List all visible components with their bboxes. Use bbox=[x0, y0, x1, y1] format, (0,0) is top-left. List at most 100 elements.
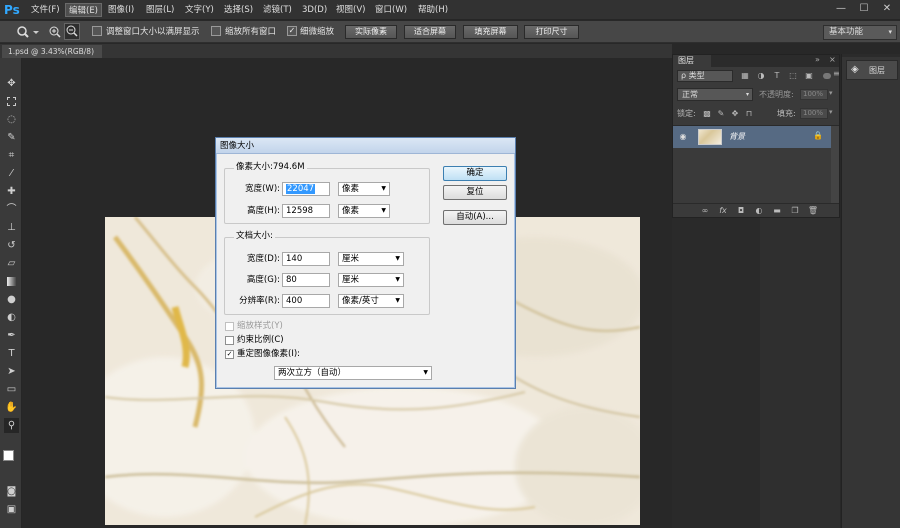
eraser-tool-icon[interactable]: ▱ bbox=[4, 256, 19, 271]
menu-view[interactable]: 视图(V) bbox=[333, 3, 368, 17]
mask-icon[interactable]: ◘ bbox=[735, 205, 747, 217]
doc-width-unit-select[interactable]: 厘米 ▼ bbox=[338, 252, 404, 266]
fit-screen-button[interactable]: 适合屏幕 bbox=[404, 25, 456, 39]
dodge-tool-icon[interactable]: ◐ bbox=[4, 310, 19, 325]
shape-filter-icon[interactable]: ⬚ bbox=[787, 70, 799, 82]
move-tool-icon[interactable]: ✥ bbox=[4, 76, 19, 91]
zoom-all-windows-checkbox[interactable] bbox=[211, 26, 221, 36]
chevron-down-icon[interactable]: ▾ bbox=[829, 108, 833, 116]
gradient-tool-icon[interactable] bbox=[4, 274, 19, 289]
zoom-tool-preset[interactable] bbox=[14, 24, 40, 40]
dock-layers-button[interactable]: ◈ 图层 bbox=[846, 60, 898, 80]
lock-position-icon[interactable]: ✥ bbox=[729, 108, 741, 120]
adjustment-layer-icon[interactable]: ◐ bbox=[753, 205, 765, 217]
constrain-proportions-checkbox[interactable] bbox=[225, 336, 234, 345]
blend-mode-select[interactable]: 正常 ▾ bbox=[677, 88, 753, 101]
brush-tool-icon[interactable]: ⌒ bbox=[4, 202, 19, 217]
close-button[interactable]: ✕ bbox=[876, 0, 898, 18]
link-icon[interactable]: ∞ bbox=[699, 205, 711, 217]
chevron-down-icon[interactable]: ▾ bbox=[829, 89, 833, 97]
resample-method-select[interactable]: 两次立方（自动） ▼ bbox=[274, 366, 432, 380]
lock-all-icon[interactable]: ⊓ bbox=[743, 108, 755, 120]
workspace-select[interactable]: 基本功能 ▾ bbox=[823, 25, 897, 40]
blur-tool-icon[interactable]: ● bbox=[4, 292, 19, 307]
actual-pixels-button[interactable]: 实际像素 bbox=[345, 25, 397, 39]
chevron-down-icon: ▼ bbox=[423, 369, 428, 376]
screen-mode-icon[interactable]: ▣ bbox=[4, 502, 19, 517]
folder-icon[interactable]: ▬ bbox=[771, 205, 783, 217]
close-panel-icon[interactable]: × bbox=[829, 55, 836, 64]
collapse-icon[interactable]: » bbox=[815, 55, 820, 64]
fill-input[interactable]: 100% bbox=[800, 108, 828, 119]
print-size-button[interactable]: 打印尺寸 bbox=[524, 25, 579, 39]
menu-layer[interactable]: 图层(L) bbox=[143, 3, 177, 17]
zoom-out-button[interactable] bbox=[64, 23, 80, 40]
type-filter-icon[interactable]: T bbox=[771, 70, 783, 82]
resize-windows-checkbox[interactable] bbox=[92, 26, 102, 36]
width-unit-select[interactable]: 像素 ▼ bbox=[338, 182, 390, 196]
scrubby-zoom-checkbox[interactable]: ✓ bbox=[287, 26, 297, 36]
resolution-unit-select[interactable]: 像素/英寸 ▼ bbox=[338, 294, 404, 308]
lasso-tool-icon[interactable]: ◌ bbox=[4, 112, 19, 127]
menu-3d[interactable]: 3D(D) bbox=[299, 3, 330, 17]
shape-tool-icon[interactable]: ▭ bbox=[4, 382, 19, 397]
reset-button[interactable]: 复位 bbox=[443, 185, 507, 200]
resolution-input[interactable]: 400 bbox=[282, 294, 330, 308]
history-brush-tool-icon[interactable]: ↺ bbox=[4, 238, 19, 253]
opacity-input[interactable]: 100% bbox=[800, 89, 828, 100]
ok-button[interactable]: 确定 bbox=[443, 166, 507, 181]
crop-tool-icon[interactable]: ⌗ bbox=[4, 148, 19, 163]
pixel-filter-icon[interactable]: ▦ bbox=[739, 70, 751, 82]
lock-pixels-icon[interactable]: ✎ bbox=[715, 108, 727, 120]
pen-tool-icon[interactable]: ✒ bbox=[4, 328, 19, 343]
layer-row[interactable]: ◉ 背景 🔒 bbox=[673, 126, 831, 148]
fill-label: 填充: bbox=[777, 109, 796, 118]
type-tool-icon[interactable]: T bbox=[4, 346, 19, 361]
scale-styles-checkbox[interactable] bbox=[225, 322, 234, 331]
fill-screen-button[interactable]: 填充屏幕 bbox=[463, 25, 518, 39]
menu-edit[interactable]: 编辑(E) bbox=[65, 3, 103, 17]
layers-scrollbar[interactable] bbox=[831, 126, 839, 203]
adjustment-filter-icon[interactable]: ◑ bbox=[755, 70, 767, 82]
minimize-button[interactable]: — bbox=[830, 0, 852, 18]
doc-width-input[interactable]: 140 bbox=[282, 252, 330, 266]
foreground-color-swatch[interactable] bbox=[3, 450, 14, 461]
resample-checkbox[interactable]: ✓ bbox=[225, 350, 234, 359]
panel-menu-icon[interactable]: ≡ bbox=[833, 69, 840, 78]
new-layer-icon[interactable]: ❐ bbox=[789, 205, 801, 217]
menu-type[interactable]: 文字(Y) bbox=[182, 3, 217, 17]
healing-brush-tool-icon[interactable]: ✚ bbox=[4, 184, 19, 199]
fx-icon[interactable]: fx bbox=[717, 205, 729, 217]
marquee-tool-icon[interactable] bbox=[4, 94, 19, 109]
menu-filter[interactable]: 滤镜(T) bbox=[260, 3, 295, 17]
layers-tab[interactable]: 图层 bbox=[673, 55, 711, 67]
trash-icon[interactable]: 🗑 bbox=[807, 205, 819, 217]
eye-icon[interactable]: ◉ bbox=[677, 131, 689, 143]
clone-stamp-tool-icon[interactable]: ⊥ bbox=[4, 220, 19, 235]
menu-image[interactable]: 图像(I) bbox=[105, 3, 137, 17]
smart-object-filter-icon[interactable]: ▣ bbox=[803, 70, 815, 82]
menu-file[interactable]: 文件(F) bbox=[28, 3, 63, 17]
menu-help[interactable]: 帮助(H) bbox=[415, 3, 451, 17]
filter-toggle-icon[interactable] bbox=[823, 73, 831, 79]
menu-select[interactable]: 选择(S) bbox=[221, 3, 256, 17]
path-select-tool-icon[interactable]: ➤ bbox=[4, 364, 19, 379]
layer-kind-filter[interactable]: ρ 类型 bbox=[677, 70, 733, 82]
hand-tool-icon[interactable]: ✋ bbox=[4, 400, 19, 415]
height-unit-select[interactable]: 像素 ▼ bbox=[338, 204, 390, 218]
width-input[interactable]: 22047 bbox=[282, 182, 330, 196]
chevron-down-icon: ▼ bbox=[395, 297, 400, 304]
zoom-tool-icon[interactable]: ⚲ bbox=[4, 418, 19, 433]
quick-mask-icon[interactable]: ◙ bbox=[4, 484, 19, 499]
maximize-button[interactable]: ☐ bbox=[853, 0, 875, 18]
doc-height-unit-select[interactable]: 厘米 ▼ bbox=[338, 273, 404, 287]
zoom-in-button[interactable] bbox=[48, 24, 62, 40]
height-input[interactable]: 12598 bbox=[282, 204, 330, 218]
document-tab[interactable]: 1.psd @ 3.43%(RGB/8) bbox=[2, 45, 102, 58]
auto-button[interactable]: 自动(A)... bbox=[443, 210, 507, 225]
lock-transparent-icon[interactable]: ▩ bbox=[701, 108, 713, 120]
eyedropper-tool-icon[interactable]: ⁄ bbox=[4, 166, 19, 181]
doc-height-input[interactable]: 80 bbox=[282, 273, 330, 287]
menu-window[interactable]: 窗口(W) bbox=[372, 3, 410, 17]
quick-select-tool-icon[interactable]: ✎ bbox=[4, 130, 19, 145]
